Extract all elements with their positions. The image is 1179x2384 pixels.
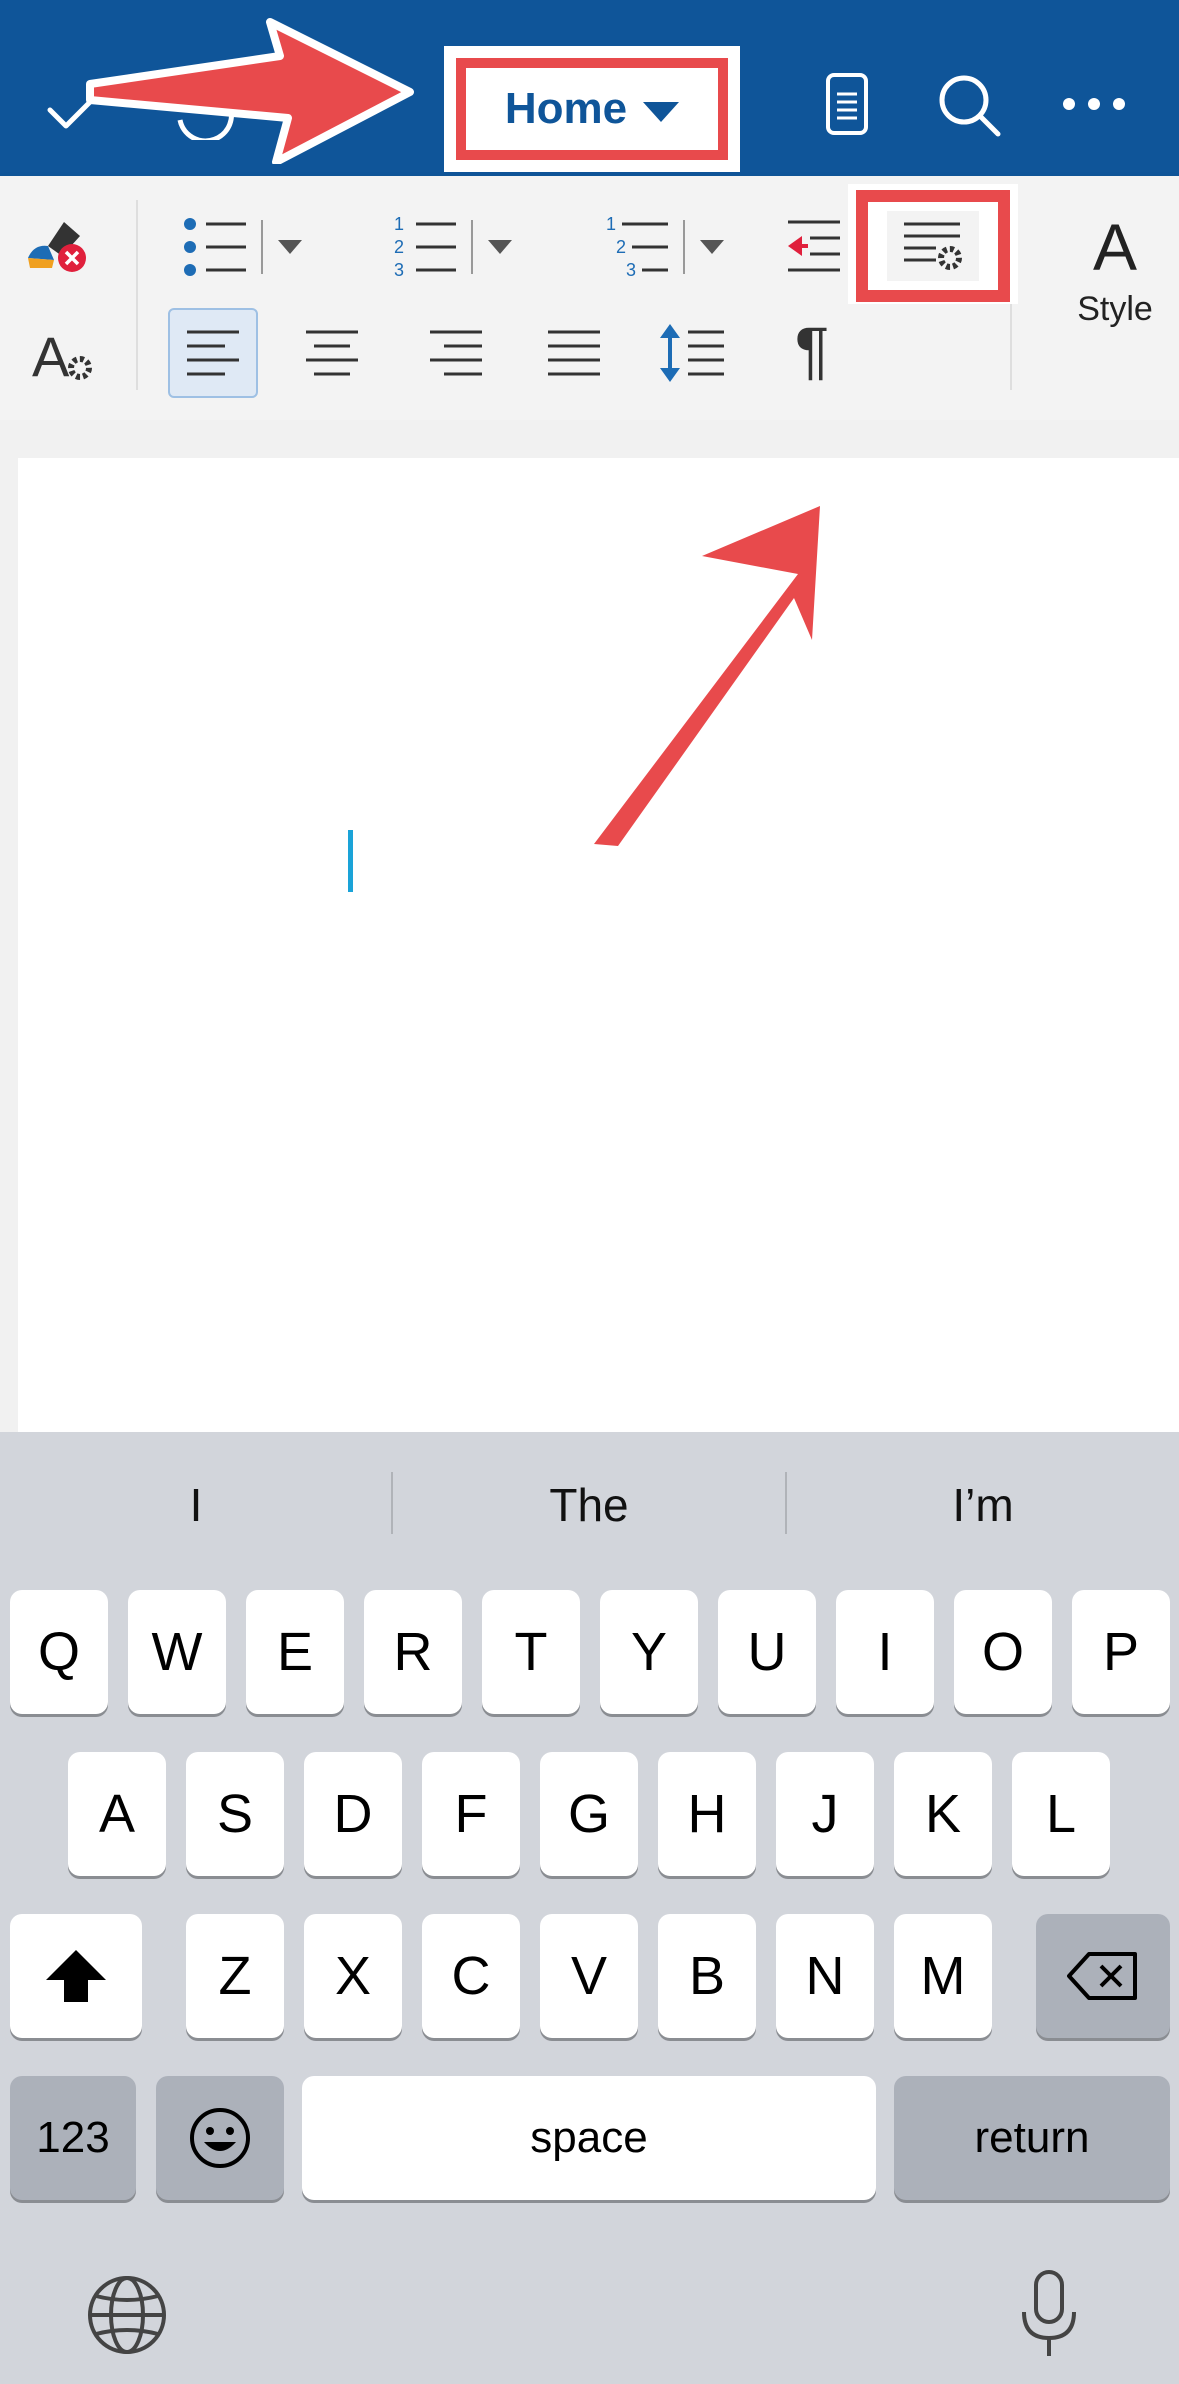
emoji-icon [190,2108,250,2168]
key-a[interactable]: A [68,1752,166,1876]
style-icon: A [1092,209,1138,284]
chevron-down-icon [643,102,680,122]
key-o[interactable]: O [954,1590,1052,1714]
key-y[interactable]: Y [600,1590,698,1714]
paragraph-settings-icon [904,222,962,270]
key-q[interactable]: Q [10,1590,108,1714]
return-key[interactable]: return [894,2076,1170,2200]
key-z[interactable]: Z [186,1914,284,2038]
shift-icon [46,1950,106,2002]
microphone-icon[interactable] [1016,2268,1082,2360]
home-tab-dropdown[interactable]: Home [444,46,740,172]
justify-icon[interactable] [546,328,602,378]
align-center-icon[interactable] [304,328,360,378]
key-k[interactable]: K [894,1752,992,1876]
multilevel-list-icon[interactable]: 1 2 3 [600,212,730,282]
svg-text:3: 3 [626,260,636,280]
annotation-arrow-up [594,506,820,846]
svg-text:1: 1 [394,214,404,234]
key-r[interactable]: R [364,1590,462,1714]
bullet-list-icon[interactable] [178,212,308,282]
key-l[interactable]: L [1012,1752,1110,1876]
svg-text:1: 1 [606,214,616,234]
key-t[interactable]: T [482,1590,580,1714]
backspace-icon [1067,1952,1137,2000]
key-c[interactable]: C [422,1914,520,2038]
key-u[interactable]: U [718,1590,816,1714]
search-icon[interactable] [936,72,1006,138]
style-button[interactable]: A Style [1060,206,1170,336]
key-i[interactable]: I [836,1590,934,1714]
numbered-list-icon[interactable]: 1 2 3 [388,212,518,282]
numbers-key[interactable]: 123 [10,2076,136,2200]
svg-text:A: A [32,325,70,386]
line-spacing-icon[interactable] [656,322,726,384]
ios-keyboard: I The I’m Q W E R T Y U I O P A S D F G … [0,1432,1179,2384]
svg-text:3: 3 [394,260,404,280]
key-s[interactable]: S [186,1752,284,1876]
prediction-2[interactable]: The [393,1432,785,1578]
key-b[interactable]: B [658,1914,756,2038]
key-e[interactable]: E [246,1590,344,1714]
paragraph-settings-button[interactable] [856,190,1010,302]
text-cursor [348,830,353,892]
key-n[interactable]: N [776,1914,874,2038]
backspace-key[interactable] [1036,1914,1170,2038]
key-v[interactable]: V [540,1914,638,2038]
svg-text:2: 2 [394,237,404,257]
emoji-key[interactable] [156,2076,284,2200]
paragraph-marks-icon[interactable]: ¶ [782,310,842,390]
key-f[interactable]: F [422,1752,520,1876]
key-p[interactable]: P [1072,1590,1170,1714]
svg-text:2: 2 [616,237,626,257]
mobile-view-icon[interactable] [822,72,872,136]
key-d[interactable]: D [304,1752,402,1876]
prediction-1[interactable]: I [0,1432,392,1578]
decrease-indent-icon[interactable] [784,216,844,276]
key-w[interactable]: W [128,1590,226,1714]
key-g[interactable]: G [540,1752,638,1876]
key-x[interactable]: X [304,1914,402,2038]
align-right-icon[interactable] [428,328,484,378]
home-tab-highlight: Home [456,58,728,160]
font-settings-icon[interactable]: A [30,322,96,386]
align-left-icon [187,330,239,376]
prediction-3[interactable]: I’m [787,1432,1179,1578]
space-key[interactable]: space [302,2076,876,2200]
annotation-arrow-right [86,18,414,164]
ribbon-divider [136,200,138,390]
globe-icon[interactable] [86,2274,168,2356]
style-label: Style [1077,289,1153,328]
key-m[interactable]: M [894,1914,992,2038]
shift-key[interactable] [10,1914,142,2038]
key-j[interactable]: J [776,1752,874,1876]
home-tab-label: Home [504,84,628,133]
clear-formatting-icon[interactable] [24,216,94,280]
paragraph-settings-inner [887,211,979,281]
key-h[interactable]: H [658,1752,756,1876]
align-left-button[interactable] [168,308,258,398]
more-icon[interactable] [1060,92,1128,116]
formatting-ribbon: 1 2 3 1 2 3 A Style A ¶ [0,176,1179,420]
